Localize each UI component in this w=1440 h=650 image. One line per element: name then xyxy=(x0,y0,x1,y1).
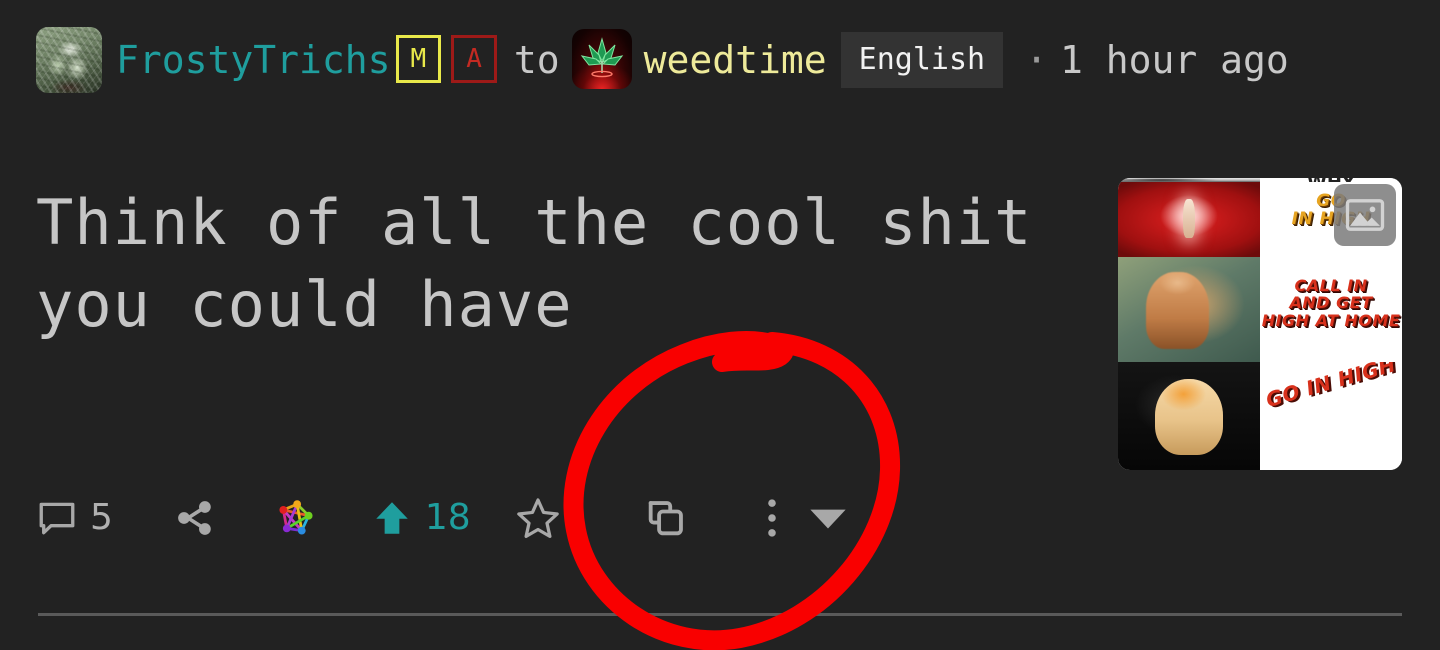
expand-button[interactable] xyxy=(807,503,849,533)
meme-panel-7 xyxy=(1118,362,1260,470)
more-options-button[interactable] xyxy=(759,495,785,541)
author-avatar[interactable] xyxy=(36,27,102,93)
share-icon xyxy=(178,501,211,535)
star-icon xyxy=(516,498,559,539)
comment-bubble-icon xyxy=(39,502,75,535)
meta-dot: · xyxy=(1025,38,1048,82)
cannabis-bud-avatar-icon xyxy=(36,27,102,93)
post-timestamp: 1 hour ago xyxy=(1059,38,1289,82)
language-badge: English xyxy=(840,32,1004,88)
community-name[interactable]: weedtime xyxy=(644,38,827,82)
post-title[interactable]: Think of all the cool shit you could hav… xyxy=(36,182,1076,346)
save-button[interactable] xyxy=(515,495,561,541)
meme-text-call: CALL IN AND GET HIGH AT HOME xyxy=(1261,276,1401,330)
comment-count: 5 xyxy=(90,497,113,538)
post-header: FrostyTrichs M Ato weedtime English · 1 hour … xyxy=(36,26,1396,94)
upvote-count: 18 xyxy=(424,497,471,538)
cannabis-leaf-icon xyxy=(580,36,623,77)
upvote-button[interactable]: 18 xyxy=(371,497,471,539)
meme-panel-3 xyxy=(1118,182,1260,257)
fediverse-icon xyxy=(279,500,313,535)
admin-badge[interactable]: A xyxy=(451,35,497,83)
meme-panel-6: CALL IN AND GET HIGH AT HOME xyxy=(1260,257,1402,362)
post-action-bar: 5 18 xyxy=(36,487,849,549)
crosspost-button[interactable] xyxy=(643,495,689,541)
share-button[interactable] xyxy=(173,496,217,540)
meme-panel-5 xyxy=(1118,257,1260,362)
to-separator: to xyxy=(513,38,560,82)
vertical-dots-icon xyxy=(767,499,776,537)
post-divider xyxy=(38,613,1402,616)
fediverse-link-button[interactable] xyxy=(273,495,319,541)
image-icon xyxy=(1345,199,1385,231)
image-badge xyxy=(1334,184,1396,246)
author-name[interactable]: FrostyTrichs xyxy=(116,38,391,82)
community-avatar[interactable] xyxy=(571,29,632,89)
moderator-badge[interactable]: M xyxy=(395,35,442,83)
post-thumbnail[interactable]: WHY GOIN HIGH CALL INAND GETHIGH AT HOME… xyxy=(1118,178,1402,470)
arrow-up-icon xyxy=(376,502,408,534)
comments-button[interactable]: 5 xyxy=(36,497,113,539)
copy-icon xyxy=(648,501,683,536)
meme-panel-8: GO IN HIGH xyxy=(1260,362,1402,470)
meme-text-bottom: GO IN HIGH xyxy=(1263,362,1399,413)
caret-down-icon xyxy=(810,509,846,529)
post-card: FrostyTrichs M Ato weedtime English · 1 hour … xyxy=(0,0,1440,650)
